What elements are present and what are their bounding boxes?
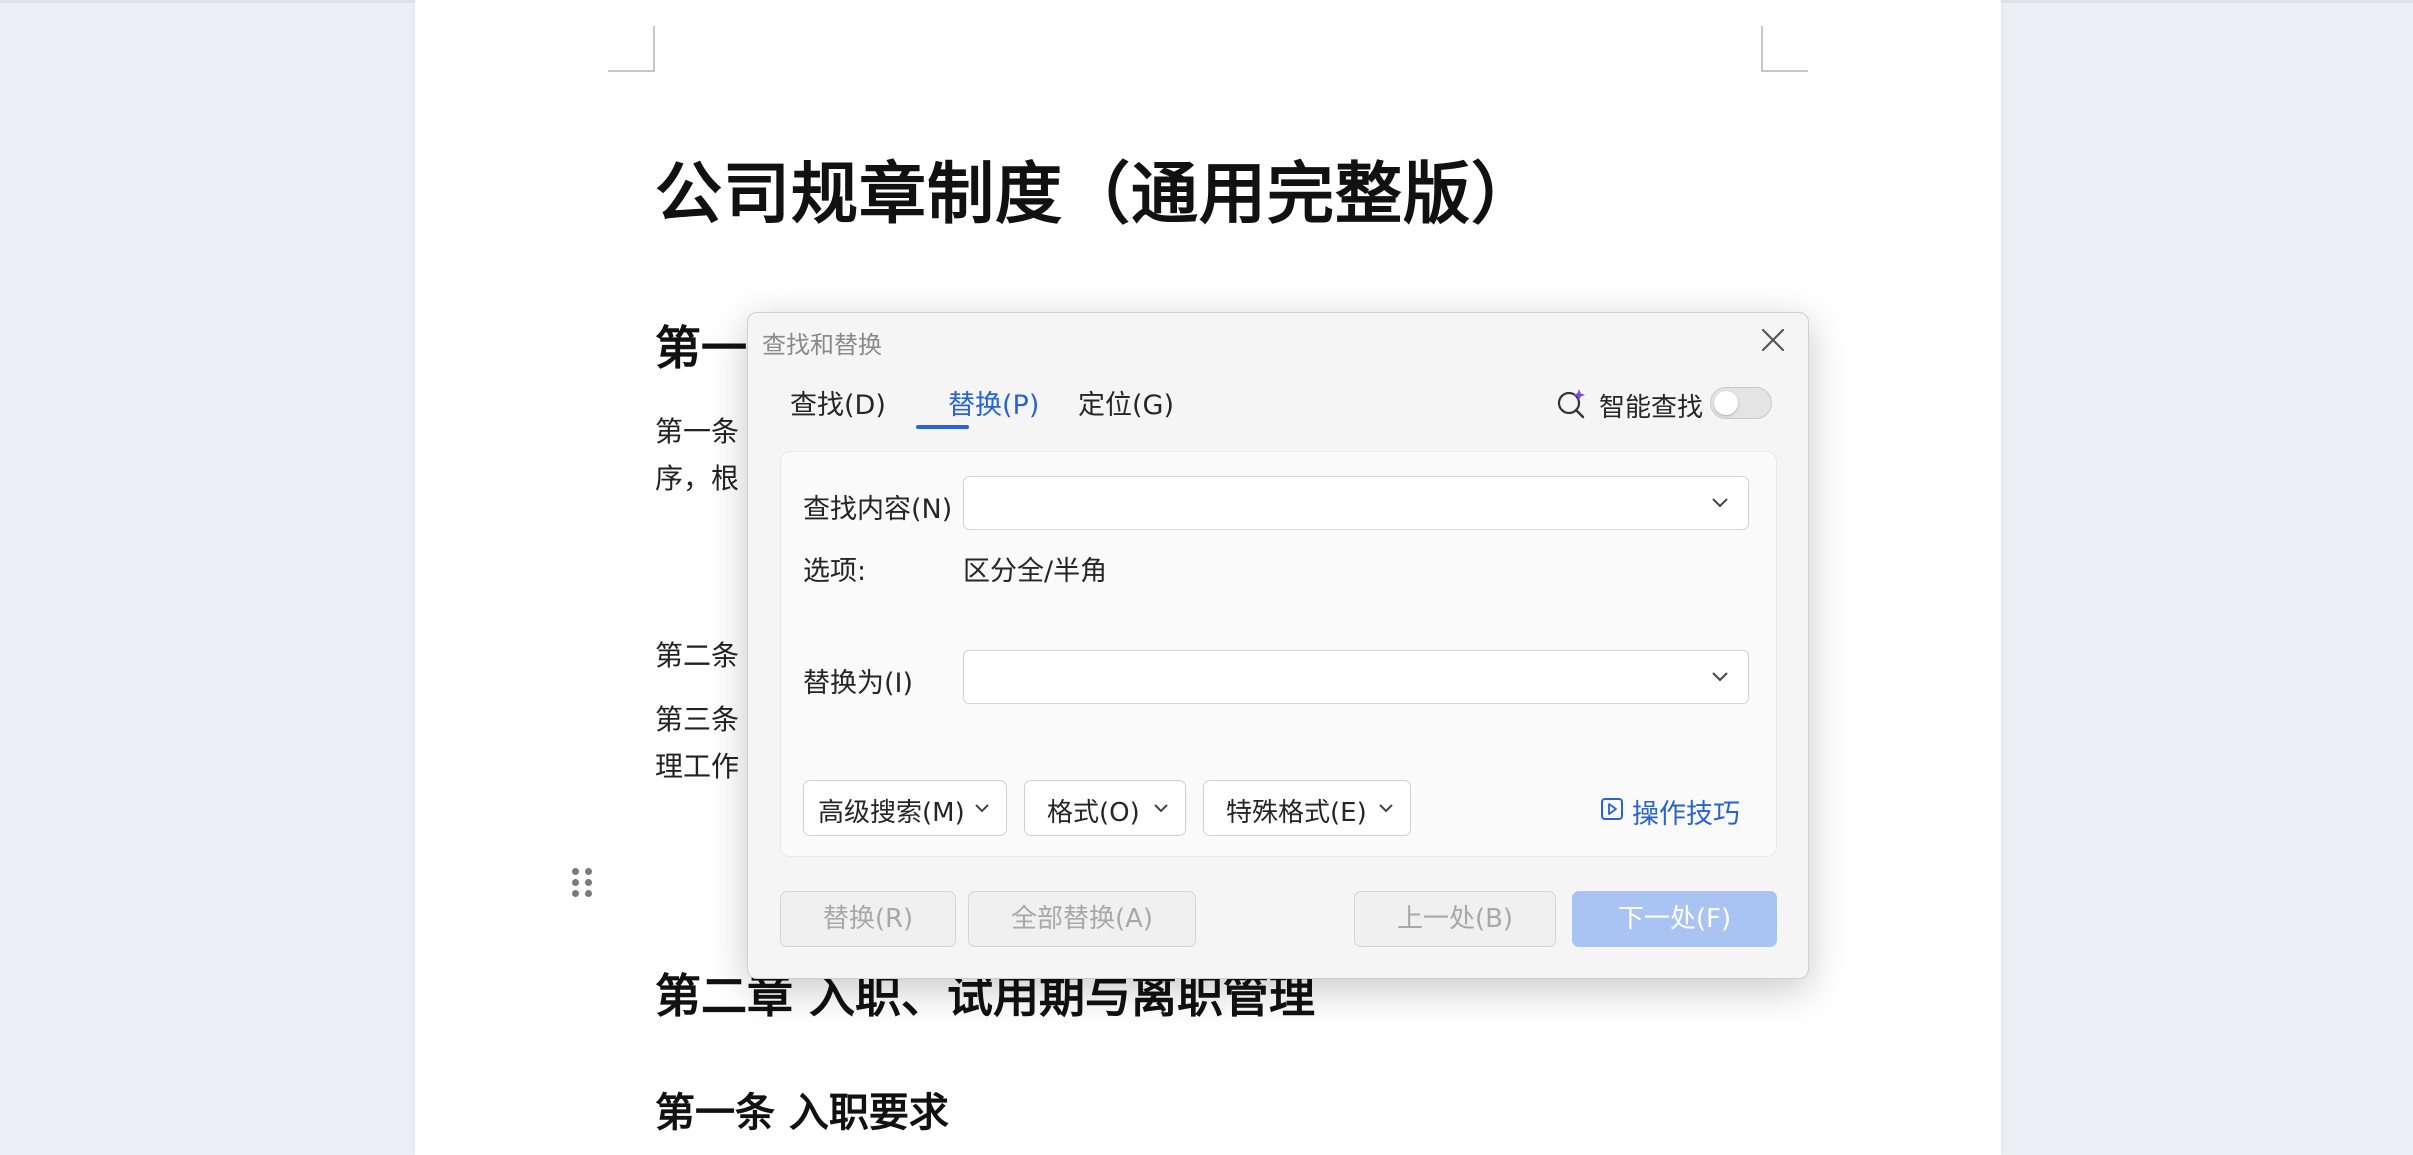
chevron-down-icon (1379, 804, 1393, 813)
chevron-down-icon[interactable] (1710, 496, 1730, 510)
ai-search-icon (1556, 387, 1588, 419)
section1-heading[interactable]: 第一条 入职要求 (655, 1080, 949, 1138)
smart-search-toggle[interactable] (1710, 387, 1772, 419)
find-replace-dialog: 查找和替换 查找(D) 替换(P) 定位(G) 智能查找 查找内容(N) 选项:… (747, 312, 1809, 979)
smart-search-group: 智能查找 (1556, 385, 1772, 423)
replace-panel: 查找内容(N) 选项: 区分全/半角 替换为(I) 高级搜索(M) 格式(O) … (780, 451, 1777, 857)
tab-find[interactable]: 查找(D) (790, 383, 886, 422)
find-content-input[interactable] (976, 485, 1676, 521)
dialog-title: 查找和替换 (762, 331, 882, 359)
format-dropdown[interactable]: 格式(O) (1024, 780, 1186, 836)
block-drag-handle-icon[interactable] (572, 868, 594, 902)
tips-link[interactable]: 操作技巧 (1600, 792, 1740, 830)
paragraph-1-line-1[interactable]: 第一条 (655, 410, 739, 450)
replace-with-input[interactable] (976, 659, 1676, 695)
advanced-search-label: 高级搜索(M) (818, 798, 965, 828)
options-label: 选项: (803, 556, 867, 587)
format-label: 格式(O) (1047, 798, 1140, 828)
advanced-search-dropdown[interactable]: 高级搜索(M) (803, 780, 1007, 836)
next-button[interactable]: 下一处(F) (1572, 891, 1777, 947)
replace-button[interactable]: 替换(R) (780, 891, 956, 947)
tab-replace[interactable]: 替换(P) (948, 383, 1039, 422)
options-value: 区分全/半角 (963, 556, 1108, 587)
replace-with-combobox[interactable] (963, 650, 1749, 704)
replace-all-button[interactable]: 全部替换(A) (968, 891, 1196, 947)
special-format-label: 特殊格式(E) (1226, 798, 1367, 828)
paragraph-3-line-2[interactable]: 理工作 (655, 745, 739, 785)
close-icon[interactable] (1760, 327, 1786, 353)
chevron-down-icon (975, 804, 989, 813)
special-format-dropdown[interactable]: 特殊格式(E) (1203, 780, 1411, 836)
play-video-icon (1601, 798, 1623, 820)
paragraph-1-line-2[interactable]: 序，根 (655, 457, 739, 497)
paragraph-3-line-1[interactable]: 第三条 (655, 698, 739, 738)
replace-with-label: 替换为(I) (803, 668, 914, 699)
crop-mark-top-right (1761, 26, 1808, 72)
paragraph-2-line-1[interactable]: 第二条 (655, 634, 739, 674)
crop-mark-top-left (608, 26, 655, 72)
active-tab-indicator (916, 425, 969, 429)
smart-search-label: 智能查找 (1599, 393, 1704, 423)
tab-goto[interactable]: 定位(G) (1078, 383, 1174, 422)
previous-button[interactable]: 上一处(B) (1354, 891, 1556, 947)
chevron-down-icon (1154, 804, 1168, 813)
document-title[interactable]: 公司规章制度（通用完整版） (655, 140, 1539, 237)
chapter1-heading[interactable]: 第一 (655, 312, 747, 378)
toggle-knob (1714, 391, 1738, 415)
find-content-label: 查找内容(N) (803, 494, 953, 525)
tips-label: 操作技巧 (1632, 799, 1740, 830)
find-content-combobox[interactable] (963, 476, 1749, 530)
chevron-down-icon[interactable] (1710, 670, 1730, 684)
